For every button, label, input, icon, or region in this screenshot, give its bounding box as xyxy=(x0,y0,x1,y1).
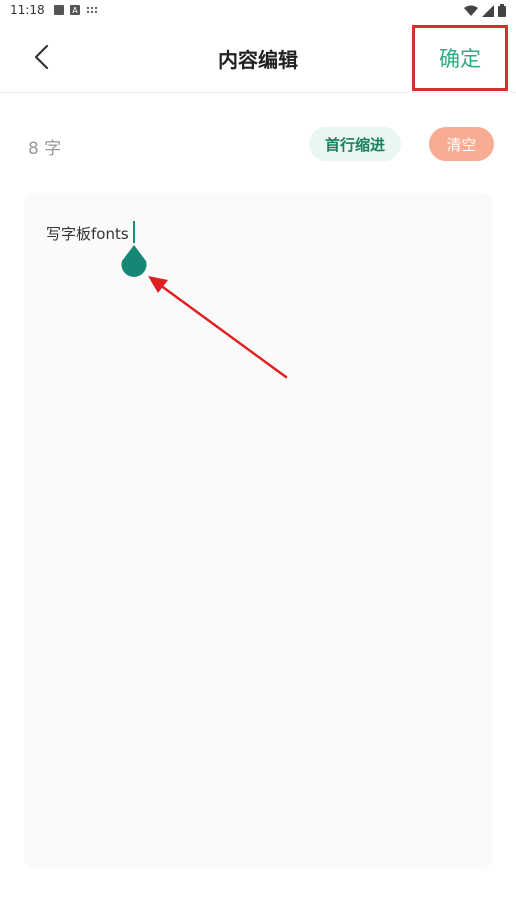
battery-icon xyxy=(498,4,506,17)
more-notifications-icon xyxy=(86,5,98,15)
editor-content[interactable]: 写字板fonts xyxy=(46,223,129,244)
notification-icons: A xyxy=(54,5,98,15)
app-header: 内容编辑 确定 xyxy=(0,22,516,93)
clear-button[interactable]: 清空 xyxy=(429,127,494,161)
signal-icon xyxy=(482,4,494,17)
cursor-handle-icon[interactable] xyxy=(120,243,148,279)
text-cursor xyxy=(133,221,135,243)
first-line-indent-button[interactable]: 首行缩进 xyxy=(309,127,401,161)
wifi-icon xyxy=(464,5,478,16)
image-notification-icon xyxy=(54,5,64,15)
confirm-button[interactable]: 确定 xyxy=(412,25,508,91)
status-bar: 11:18 A xyxy=(0,0,516,22)
character-count: 8 字 xyxy=(28,139,62,159)
system-icons xyxy=(464,4,506,17)
status-time: 11:18 xyxy=(10,3,45,17)
text-editor[interactable]: 写字板fonts xyxy=(24,193,492,868)
font-notification-icon: A xyxy=(70,5,80,15)
